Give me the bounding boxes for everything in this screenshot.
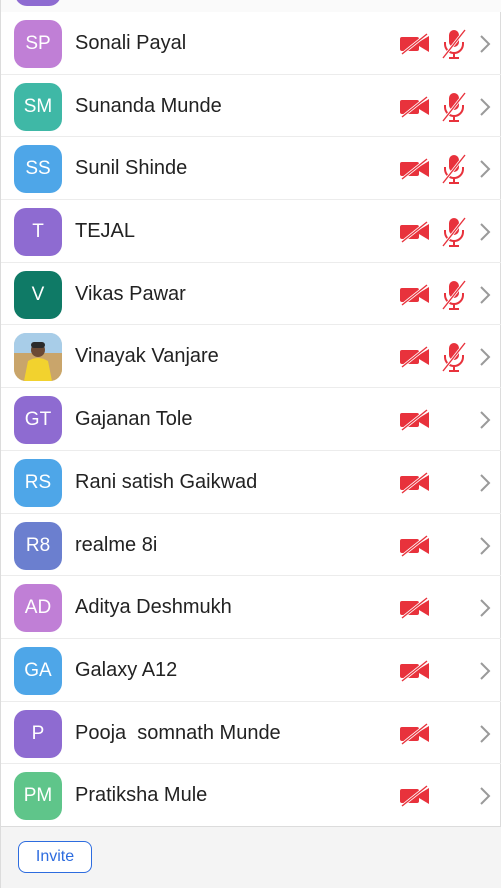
- participant-name: Pooja somnath Munde: [75, 721, 281, 744]
- avatar: T: [14, 208, 62, 257]
- footer-bar: Invite: [1, 826, 501, 888]
- participant-row[interactable]: R8 realme 8i: [1, 514, 501, 577]
- participant-name: Aditya Deshmukh: [75, 596, 232, 619]
- participant-row[interactable]: AD Aditya Deshmukh: [1, 576, 501, 639]
- video-off-icon: [399, 158, 431, 181]
- video-off-icon: [399, 408, 431, 432]
- participant-name: TEJAL: [75, 220, 136, 243]
- participant-row[interactable]: GT Gajanan Tole: [1, 388, 501, 451]
- avatar: PM: [14, 772, 62, 821]
- participant-name: Vikas Pawar: [75, 282, 186, 305]
- video-off-icon: [399, 220, 431, 244]
- avatar: V: [14, 270, 62, 319]
- video-off-icon: [399, 471, 431, 494]
- avatar: GA: [14, 646, 62, 695]
- participant-row[interactable]: RS Rani satish Gaikwad: [1, 451, 501, 514]
- avatar: [15, 0, 61, 6]
- mic-off-icon: [441, 91, 467, 123]
- avatar: R8: [14, 521, 62, 570]
- video-off-icon: [399, 283, 431, 306]
- mic-off-icon: [441, 28, 467, 60]
- participant-name: Rani satish Gaikwad: [75, 470, 258, 493]
- chevron-right-icon[interactable]: [478, 409, 492, 431]
- participant-name: Gajanan Tole: [75, 408, 193, 431]
- chevron-right-icon[interactable]: [478, 535, 492, 557]
- participant-row[interactable]: PM Pratiksha Mule: [1, 764, 501, 827]
- video-off-icon: [399, 534, 431, 557]
- video-off-icon: [399, 722, 431, 745]
- chevron-right-icon[interactable]: [478, 96, 492, 118]
- video-off-icon: [399, 659, 431, 683]
- participant-name: Vinayak Vanjare: [75, 345, 219, 368]
- avatar: P: [14, 709, 62, 758]
- chevron-right-icon[interactable]: [478, 785, 492, 807]
- participant-row[interactable]: SS Sunil Shinde: [1, 137, 501, 201]
- chevron-right-icon[interactable]: [478, 158, 492, 180]
- chevron-right-icon[interactable]: [478, 346, 492, 368]
- video-off-icon: [399, 346, 431, 369]
- participant-name: realme 8i: [75, 533, 158, 556]
- avatar: RS: [14, 458, 62, 507]
- participant-name: Galaxy A12: [75, 658, 178, 681]
- chevron-right-icon[interactable]: [478, 723, 492, 745]
- chevron-right-icon[interactable]: [478, 284, 492, 306]
- previous-row-sliver: [1, 0, 501, 12]
- invite-button[interactable]: Invite: [18, 841, 92, 873]
- participant-name: Sunil Shinde: [75, 157, 188, 180]
- chevron-right-icon[interactable]: [478, 472, 492, 494]
- participants-panel: SP Sonali Payal SM Sunanda Munde SS Sunil S…: [0, 0, 501, 888]
- participant-row[interactable]: GA Galaxy A12: [1, 639, 501, 702]
- avatar: SM: [14, 82, 62, 131]
- avatar: AD: [14, 584, 62, 633]
- participant-row[interactable]: SM Sunanda Munde: [1, 75, 501, 138]
- avatar: [14, 333, 62, 382]
- avatar: SP: [14, 20, 62, 68]
- mic-off-icon: [441, 153, 467, 185]
- participant-name: Sunanda Munde: [75, 94, 222, 117]
- video-off-icon: [399, 32, 431, 56]
- chevron-right-icon[interactable]: [478, 660, 492, 682]
- participant-list: SP Sonali Payal SM Sunanda Munde SS Sunil S…: [1, 12, 501, 827]
- participant-row[interactable]: V Vikas Pawar: [1, 263, 501, 326]
- video-off-icon: [399, 785, 431, 808]
- video-off-icon: [399, 95, 431, 118]
- participant-name: Sonali Payal: [75, 32, 187, 54]
- chevron-right-icon[interactable]: [478, 597, 492, 619]
- mic-off-icon: [441, 216, 467, 248]
- participant-row[interactable]: P Pooja somnath Munde: [1, 702, 501, 765]
- avatar: SS: [14, 145, 62, 194]
- participant-row[interactable]: T TEJAL: [1, 200, 501, 263]
- avatar: GT: [14, 396, 62, 445]
- chevron-right-icon[interactable]: [478, 33, 492, 55]
- mic-off-icon: [441, 279, 467, 311]
- video-off-icon: [399, 597, 431, 620]
- participant-name: Pratiksha Mule: [75, 784, 208, 807]
- participant-row[interactable]: SP Sonali Payal: [1, 12, 501, 75]
- mic-off-icon: [441, 341, 467, 373]
- participant-row[interactable]: Vinayak Vanjare: [1, 325, 501, 389]
- chevron-right-icon[interactable]: [478, 221, 492, 243]
